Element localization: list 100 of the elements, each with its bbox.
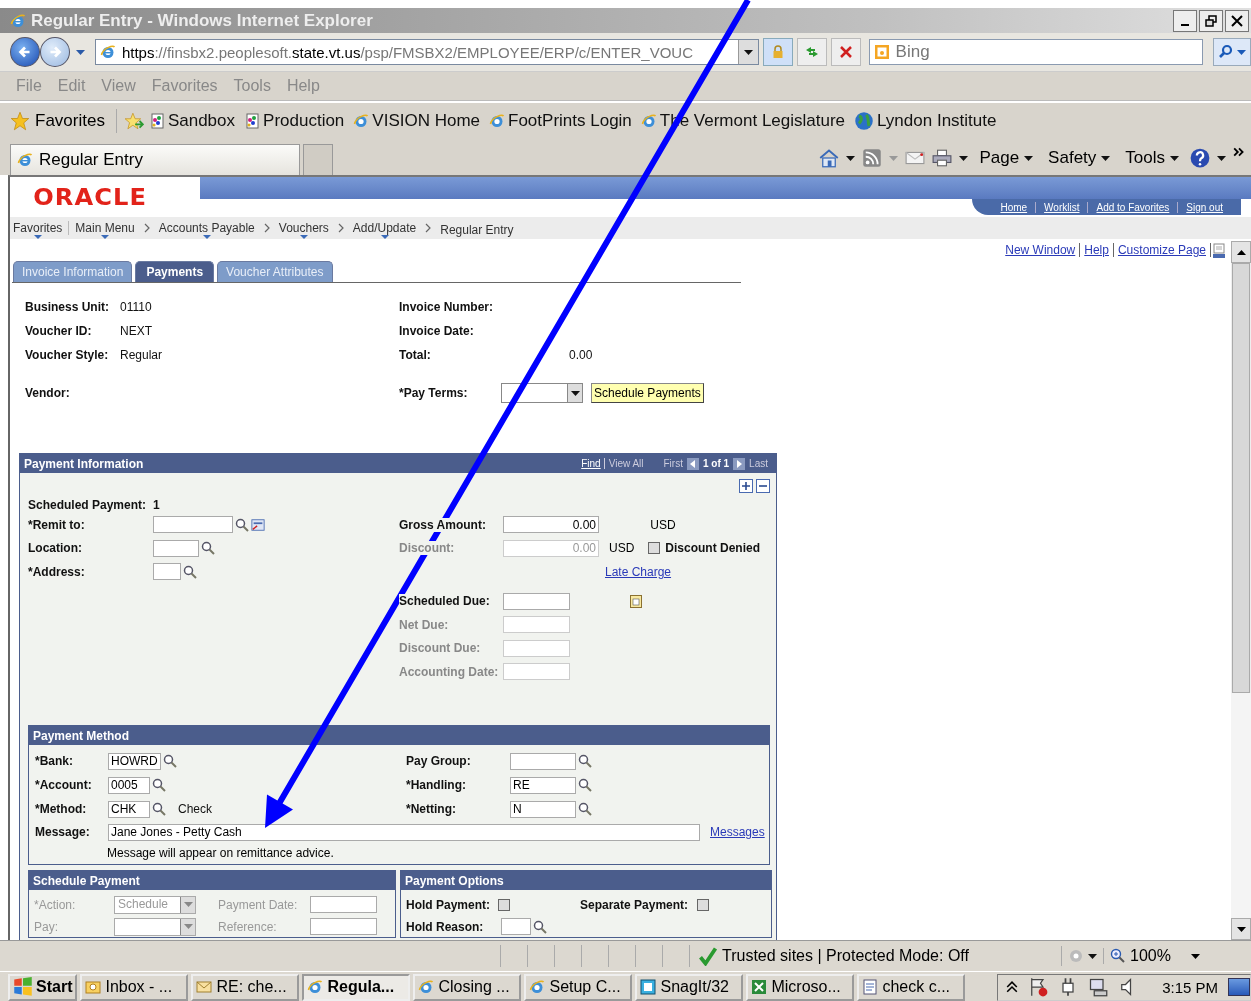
stop-button[interactable] — [830, 38, 861, 66]
address-field[interactable]: https://finsbx2.peoplesoft.state.vt.us/psp/FMSBX2/EMPLOYEE/ERP/c/ENTER_VOUC — [94, 39, 759, 65]
favorite-link[interactable]: Sandbox — [148, 111, 236, 131]
favorite-link[interactable]: VISION Home — [353, 111, 481, 131]
header-link[interactable]: Sign out — [1177, 201, 1231, 213]
taskbar-button[interactable]: Regula... — [302, 973, 411, 1001]
lookup-icon[interactable] — [152, 802, 166, 816]
checkbox[interactable] — [648, 542, 661, 555]
address-dropdown-button[interactable] — [737, 40, 758, 64]
page-link[interactable]: Help — [1080, 243, 1114, 257]
page-tab[interactable]: Payments — [135, 261, 215, 282]
breadcrumb-item[interactable]: Add/Update — [352, 221, 417, 239]
command-menu-button[interactable]: Safety — [1044, 148, 1115, 168]
lookup-icon[interactable] — [578, 754, 592, 768]
input-field[interactable] — [510, 752, 576, 770]
input-field[interactable] — [153, 516, 233, 534]
input-field[interactable]: N — [510, 800, 576, 818]
start-button[interactable]: Start — [8, 973, 78, 1001]
breadcrumb-item[interactable]: Accounts Payable — [158, 221, 255, 239]
favorite-link[interactable]: FootPrints Login — [489, 111, 632, 131]
refresh-button[interactable] — [796, 38, 827, 66]
date-field[interactable] — [503, 592, 570, 610]
input-field[interactable]: CHK — [108, 800, 150, 818]
feed-icon[interactable] — [862, 148, 883, 168]
schedule-payments-button[interactable]: Schedule Payments — [591, 383, 704, 403]
scrollbar[interactable] — [1231, 241, 1251, 940]
search-button[interactable] — [1213, 38, 1251, 66]
page-link[interactable]: New Window — [1001, 243, 1081, 257]
breadcrumb-item[interactable]: Vouchers — [278, 221, 329, 239]
network-icon[interactable] — [1088, 977, 1109, 997]
lookup-icon[interactable] — [183, 564, 197, 579]
page-link[interactable]: Customize Page — [1113, 243, 1211, 257]
header-link[interactable]: Add to Favorites — [1087, 201, 1178, 213]
add-favorite-icon[interactable] — [123, 111, 144, 131]
taskbar-button[interactable]: RE: che... — [191, 973, 300, 1001]
taskbar-button[interactable]: check c... — [857, 973, 966, 1001]
input-field[interactable] — [153, 539, 199, 557]
input-field[interactable]: HOWRD — [108, 752, 161, 770]
lookup-icon[interactable] — [152, 778, 166, 792]
view-all-link[interactable]: View All — [608, 458, 644, 469]
favorite-link[interactable]: Lyndon Institute — [854, 111, 997, 131]
restore-button[interactable] — [1199, 9, 1223, 32]
input-field[interactable] — [310, 918, 377, 935]
checkbox[interactable] — [498, 898, 510, 911]
search-field[interactable]: Bing — [868, 39, 1203, 65]
print-icon[interactable] — [932, 148, 953, 168]
browser-tab[interactable]: Regular Entry — [10, 144, 300, 175]
input-field[interactable] — [310, 896, 377, 913]
breadcrumb-item[interactable]: Main Menu — [75, 221, 135, 239]
input-field[interactable]: RE — [510, 776, 576, 794]
calendar-icon[interactable] — [629, 594, 644, 609]
address-book-icon[interactable] — [251, 517, 265, 532]
page-url-icon[interactable] — [1211, 243, 1227, 259]
add-row-icon[interactable] — [739, 479, 753, 493]
message-field[interactable]: Jane Jones - Petty Cash — [108, 823, 700, 841]
flag-icon[interactable] — [1028, 977, 1049, 997]
find-link[interactable]: Find — [581, 458, 605, 469]
lookup-icon[interactable] — [578, 778, 592, 792]
favorites-button[interactable]: Favorites — [10, 111, 109, 131]
more-commands-icon[interactable] — [1233, 147, 1245, 157]
command-menu-button[interactable]: Page — [975, 148, 1038, 168]
lookup-icon[interactable] — [578, 802, 592, 816]
zoom-button[interactable]: 100% — [1104, 946, 1206, 966]
checkbox[interactable] — [697, 898, 709, 911]
lookup-icon[interactable] — [162, 754, 177, 768]
url-text: https://finsbx2.peoplesoft.state.vt.us/psp/FMSBX2/EMPLOYEE/ERP/c/ENTER_VOUC — [121, 43, 694, 61]
taskbar-button[interactable]: Closing ... — [413, 973, 522, 1001]
taskbar-button[interactable]: Setup C... — [524, 973, 633, 1001]
expand-tray-icon[interactable] — [1006, 981, 1019, 993]
show-desktop-button[interactable] — [1228, 978, 1250, 996]
close-button[interactable] — [1225, 9, 1249, 32]
next-icon[interactable] — [733, 457, 746, 470]
delete-row-icon[interactable] — [756, 479, 770, 493]
breadcrumb-item[interactable]: Regular Entry — [440, 223, 514, 237]
input-field[interactable] — [153, 563, 181, 581]
messages-link[interactable]: Messages — [710, 825, 765, 839]
section-title: Payment Options — [405, 873, 504, 888]
home-icon[interactable] — [819, 148, 840, 168]
input-field[interactable]: 0005 — [108, 776, 150, 794]
header-link[interactable]: Home — [992, 201, 1036, 213]
late-charge-link[interactable]: Late Charge — [605, 564, 672, 579]
lookup-icon[interactable] — [235, 517, 249, 532]
lookup-icon[interactable] — [533, 919, 547, 934]
favorite-link[interactable]: Production — [244, 111, 345, 131]
lookup-icon[interactable] — [201, 541, 215, 556]
input-field[interactable] — [501, 918, 531, 935]
taskbar-button[interactable]: Microso... — [746, 973, 855, 1001]
header-link[interactable]: Worklist — [1035, 201, 1088, 213]
minimize-button[interactable] — [1173, 9, 1197, 32]
amount-field[interactable]: 0.00 — [503, 516, 599, 534]
previous-icon[interactable] — [686, 457, 699, 470]
taskbar-button[interactable]: SnagIt/32 — [635, 973, 744, 1001]
forward-button[interactable] — [39, 37, 70, 67]
command-menu-button[interactable]: Tools — [1121, 148, 1183, 168]
breadcrumb-item[interactable]: Favorites — [13, 221, 63, 239]
pay-terms-dropdown[interactable] — [501, 383, 583, 403]
taskbar-button[interactable]: Inbox - ... — [80, 973, 189, 1001]
help-icon[interactable] — [1190, 148, 1210, 168]
back-button[interactable] — [10, 37, 40, 67]
history-dropdown-button[interactable] — [73, 49, 87, 55]
